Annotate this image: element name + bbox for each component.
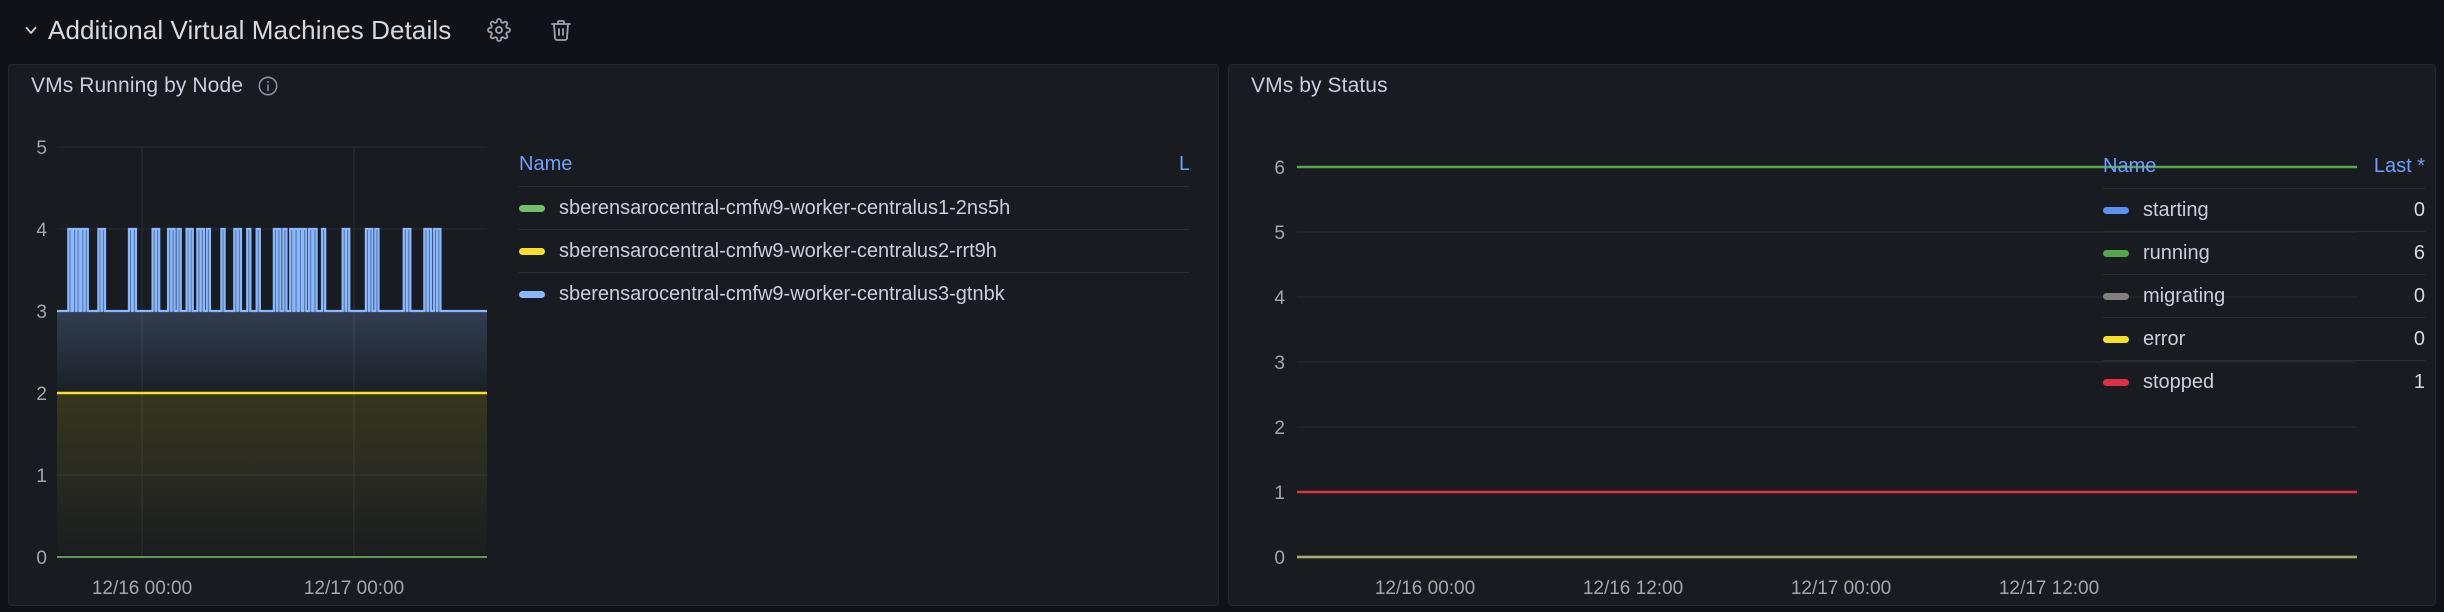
series-color-swatch[interactable] <box>519 204 545 212</box>
series-color-swatch[interactable] <box>519 290 545 298</box>
panel-header: VMs by Status <box>1229 65 2435 107</box>
panel-title: VMs by Status <box>1251 74 1388 97</box>
y-axis-labels: 6 5 4 3 2 1 0 <box>1274 158 1285 569</box>
svg-text:2: 2 <box>1274 418 1285 439</box>
trash-icon[interactable] <box>549 18 573 42</box>
chevron-down-icon[interactable] <box>22 21 40 39</box>
svg-text:1: 1 <box>1274 483 1285 504</box>
legend-row[interactable]: running 6 <box>2103 231 2425 274</box>
legend-row[interactable]: sberensarocentral-cmfw9-worker-centralus… <box>519 186 1189 229</box>
gear-icon[interactable] <box>487 18 512 42</box>
panel-title: VMs Running by Node <box>31 74 244 97</box>
series-color-swatch[interactable] <box>2103 378 2129 386</box>
legend-series-name: stopped <box>2143 370 2215 393</box>
legend-table-vms-node[interactable]: Name Last sberensarocentral-cmfw9-worker… <box>489 107 1189 607</box>
svg-text:0: 0 <box>36 548 47 569</box>
row-title: Additional Virtual Machines Details <box>48 14 452 45</box>
legend-col-last[interactable]: Last * <box>2315 155 2425 178</box>
y-axis-labels: 5 4 3 2 1 0 <box>36 138 47 569</box>
legend-series-name: sberensarocentral-cmfw9-worker-centralus… <box>559 282 1005 305</box>
series-centralus3 <box>57 227 487 393</box>
svg-text:4: 4 <box>1274 288 1285 309</box>
legend-row[interactable]: sberensarocentral-cmfw9-worker-centralus… <box>519 229 1189 272</box>
legend-series-name: sberensarocentral-cmfw9-worker-centralus… <box>559 239 997 262</box>
legend-header-row: Name Last * <box>2103 149 2425 188</box>
svg-text:3: 3 <box>1274 353 1285 374</box>
series-color-swatch[interactable] <box>2103 335 2129 343</box>
x-axis-labels: 12/16 00:00 12/17 00:00 <box>92 578 404 599</box>
legend-series-name: migrating <box>2143 284 2226 307</box>
legend-series-name: sberensarocentral-cmfw9-worker-centralus… <box>559 196 1011 219</box>
legend-last-value: 0 <box>2413 327 2425 350</box>
panel-header: VMs Running by Node <box>9 65 1218 107</box>
legend-series-name: error <box>2143 327 2186 350</box>
legend-table-vms-status[interactable]: Name Last * starting 0 running 6 migrati… <box>2103 149 2425 403</box>
svg-text:0: 0 <box>1274 548 1285 569</box>
panel-vms-by-status[interactable]: VMs by Status 6 5 4 3 2 1 0 12/16 00:00 … <box>1228 64 2436 606</box>
svg-text:12/16 00:00: 12/16 00:00 <box>1375 578 1475 599</box>
series-centralus2 <box>57 391 487 557</box>
svg-text:12/16 12:00: 12/16 12:00 <box>1583 578 1683 599</box>
svg-text:1: 1 <box>36 466 47 487</box>
legend-series-name: running <box>2143 241 2210 264</box>
svg-text:3: 3 <box>36 302 47 323</box>
panel-body: 5 4 3 2 1 0 12/16 00:00 12/17 00:00 Name… <box>9 107 1218 607</box>
svg-text:12/17 12:00: 12/17 12:00 <box>1999 578 2099 599</box>
dashboard-root: Additional Virtual Machines Details VMs … <box>0 0 2444 612</box>
legend-header-row: Name Last <box>519 147 1189 186</box>
x-axis-labels: 12/16 00:00 12/16 12:00 12/17 00:00 12/1… <box>1375 578 2099 599</box>
svg-text:6: 6 <box>1274 158 1285 179</box>
series-color-swatch[interactable] <box>2103 206 2129 214</box>
series-color-swatch[interactable] <box>519 247 545 255</box>
legend-last-value: 1 <box>2413 370 2425 393</box>
legend-last-value: 0 <box>2413 198 2425 221</box>
legend-row[interactable]: starting 0 <box>2103 188 2425 231</box>
legend-col-name[interactable]: Name <box>519 153 1179 176</box>
svg-text:5: 5 <box>36 138 47 159</box>
series-color-swatch[interactable] <box>2103 292 2129 300</box>
timeseries-plot-vms-node[interactable]: 5 4 3 2 1 0 12/16 00:00 12/17 00:00 <box>9 107 489 607</box>
row-action-icons <box>487 18 573 42</box>
svg-text:5: 5 <box>1274 223 1285 244</box>
legend-col-last[interactable]: Last <box>1179 153 1189 176</box>
panel-body: 6 5 4 3 2 1 0 12/16 00:00 12/16 12:00 12… <box>1229 107 2435 607</box>
legend-col-name[interactable]: Name <box>2103 155 2315 178</box>
legend-row[interactable]: sberensarocentral-cmfw9-worker-centralus… <box>519 272 1189 315</box>
svg-text:2: 2 <box>36 384 47 405</box>
panel-vms-running-by-node[interactable]: VMs Running by Node 5 4 3 2 1 0 12/16 00… <box>8 64 1219 606</box>
dashboard-row-header[interactable]: Additional Virtual Machines Details <box>0 0 2444 60</box>
legend-last-value: 6 <box>2413 241 2425 264</box>
svg-text:12/17 00:00: 12/17 00:00 <box>1791 578 1891 599</box>
series-color-swatch[interactable] <box>2103 249 2129 257</box>
svg-text:12/16 00:00: 12/16 00:00 <box>92 578 192 599</box>
legend-row[interactable]: stopped 1 <box>2103 360 2425 403</box>
legend-series-name: starting <box>2143 198 2209 221</box>
plot-canvas: 5 4 3 2 1 0 12/16 00:00 12/17 00:00 <box>36 138 487 599</box>
legend-last-value: 0 <box>2413 284 2425 307</box>
info-icon[interactable] <box>257 75 279 97</box>
legend-row[interactable]: migrating 0 <box>2103 274 2425 317</box>
svg-text:4: 4 <box>36 220 47 241</box>
svg-text:12/17 00:00: 12/17 00:00 <box>304 578 404 599</box>
legend-row[interactable]: error 0 <box>2103 317 2425 360</box>
